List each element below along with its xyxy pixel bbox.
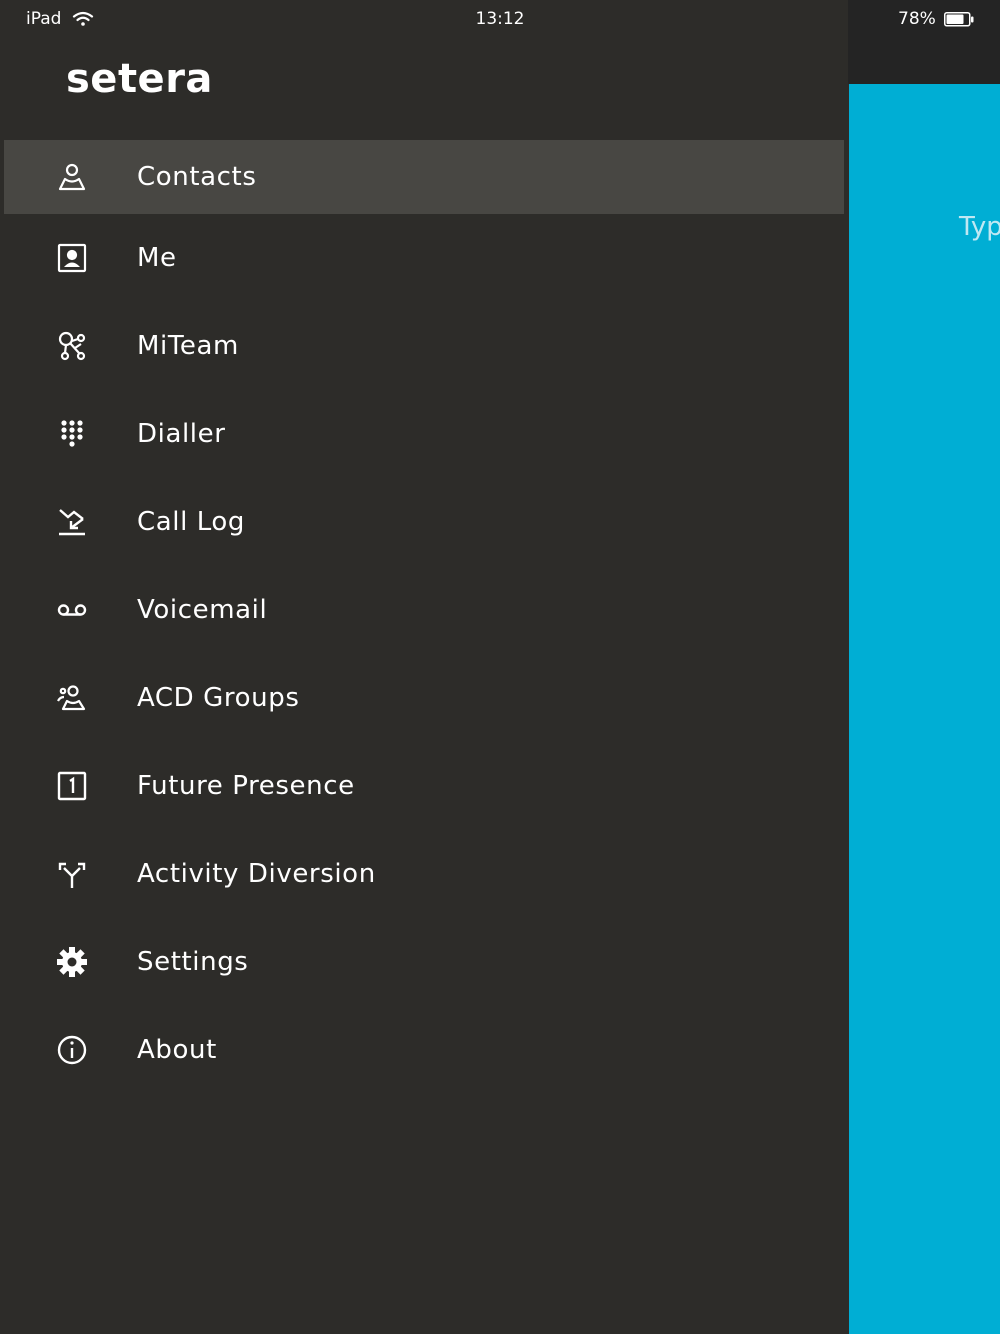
menu-item-label: MiTeam — [137, 331, 239, 361]
menu-item-label: Future Presence — [137, 771, 355, 801]
drawer-menu: Contacts Me MiTeam Dialler Call Log Voic… — [0, 132, 848, 1094]
voicemail-icon — [57, 604, 87, 616]
menu-item-future-presence[interactable]: Future Presence — [4, 742, 844, 830]
menu-item-label: Contacts — [137, 162, 257, 192]
background-content-panel[interactable]: Typ — [849, 84, 1000, 1334]
menu-item-call-log[interactable]: Call Log — [4, 478, 844, 566]
call-log-icon — [59, 509, 85, 536]
menu-item-label: Call Log — [137, 507, 246, 537]
menu-item-label: About — [137, 1035, 217, 1065]
contacts-icon — [58, 163, 86, 191]
background-hint-text: Typ — [959, 212, 1000, 242]
menu-item-me[interactable]: Me — [4, 214, 844, 302]
gear-icon — [57, 947, 87, 977]
info-icon — [57, 1035, 87, 1065]
menu-item-voicemail[interactable]: Voicemail — [4, 566, 844, 654]
battery-percent: 78% — [898, 9, 936, 29]
app-logo: setera — [66, 56, 213, 102]
battery-icon — [944, 12, 974, 27]
menu-item-miteam[interactable]: MiTeam — [4, 302, 844, 390]
status-bar: iPad 13:12 78% — [0, 0, 1000, 40]
diversion-icon — [58, 862, 86, 888]
menu-item-label: Activity Diversion — [137, 859, 376, 889]
menu-item-settings[interactable]: Settings — [4, 918, 844, 1006]
menu-item-contacts[interactable]: Contacts — [4, 140, 844, 214]
miteam-icon — [58, 331, 86, 361]
menu-item-label: Me — [137, 243, 177, 273]
menu-item-label: Settings — [137, 947, 249, 977]
menu-item-label: Dialler — [137, 419, 226, 449]
acd-groups-icon — [57, 685, 86, 711]
menu-item-label: Voicemail — [137, 595, 268, 625]
dialpad-icon — [61, 420, 83, 447]
menu-item-dialler[interactable]: Dialler — [4, 390, 844, 478]
menu-item-label: ACD Groups — [137, 683, 300, 713]
navigation-drawer: setera Contacts Me MiTeam Dialler Call L… — [0, 0, 848, 1334]
me-icon — [57, 243, 87, 273]
calendar-icon — [57, 771, 87, 801]
status-time: 13:12 — [475, 9, 525, 29]
menu-item-about[interactable]: About — [4, 1006, 844, 1094]
menu-item-acd-groups[interactable]: ACD Groups — [4, 654, 844, 742]
menu-item-activity-diversion[interactable]: Activity Diversion — [4, 830, 844, 918]
